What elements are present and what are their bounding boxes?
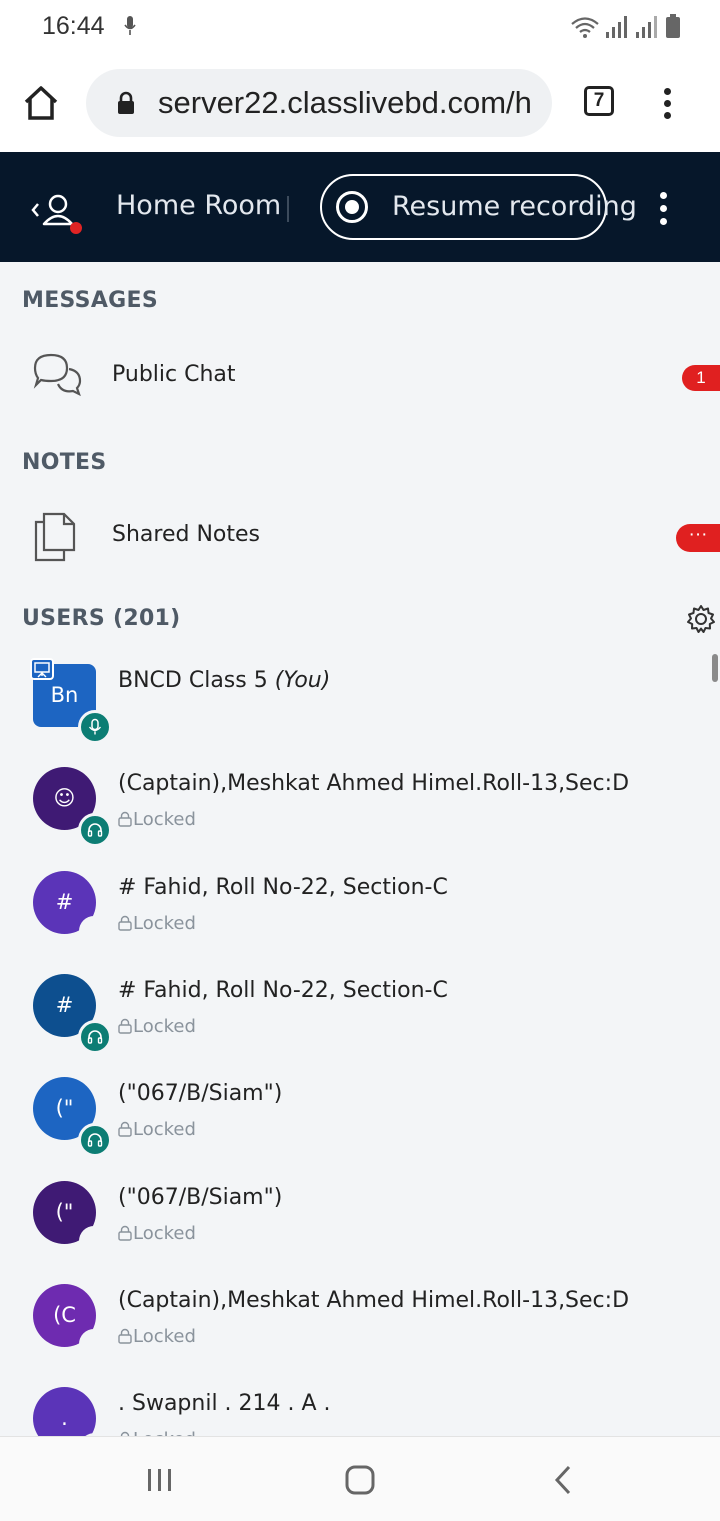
status-time: 16:44 [42,12,105,40]
resume-recording-button[interactable]: Resume recording [320,174,637,240]
user-list-item[interactable]: (C (Captain),Meshkat Ahmed Himel.Roll-13,… [0,1274,712,1374]
presenter-icon [30,658,54,685]
user-status: Locked [118,913,196,934]
chat-icon [32,352,82,403]
user-name: BNCD Class 5 (You) [118,668,331,693]
home-button[interactable] [22,84,60,122]
room-options-button[interactable] [660,192,667,231]
user-status: Locked [118,1326,196,1347]
shared-notes-item[interactable]: Shared Notes ··· [0,498,720,578]
back-icon [554,1465,571,1495]
avatar-notch [79,1329,109,1359]
system-navigation-bar [0,1436,720,1521]
signal-icon-2 [636,16,657,38]
tab-switcher-button[interactable]: 7 [584,86,614,116]
headset-icon [78,1123,112,1157]
user-name: (Captain),Meshkat Ahmed Himel.Roll-13,Se… [118,771,630,796]
user-list-icon [31,194,82,234]
avatar-notch [79,1226,109,1256]
public-chat-item[interactable]: Public Chat 1 [0,338,720,418]
gear-icon [687,605,715,633]
avatar-notch [79,916,109,946]
user-name: ("067/B/Siam") [118,1185,283,1210]
user-status: Locked [118,1223,196,1244]
user-list-item[interactable]: ☺ (Captain),Meshkat Ahmed Himel.Roll-13,S… [0,757,712,857]
browser-menu-button[interactable] [664,88,674,124]
user-list-item[interactable]: (" ("067/B/Siam") Locked [0,1171,712,1271]
mic-status-icon [124,16,136,41]
user-list-item[interactable]: . . Swapnil . 214 . A . Locked [0,1377,712,1436]
user-name: . Swapnil . 214 . A . [118,1391,331,1416]
user-list-item[interactable]: # # Fahid, Roll No-22, Section-C Locked [0,861,712,961]
user-name: # Fahid, Roll No-22, Section-C [118,875,448,900]
recording-label: Resume recording [392,191,637,222]
recent-apps-icon [148,1469,171,1491]
user-status: Locked [118,809,196,830]
user-list-item[interactable]: # # Fahid, Roll No-22, Section-C Locked [0,964,712,1064]
scrollbar-thumb[interactable] [712,654,718,682]
header-divider [287,196,289,222]
user-list-item[interactable]: (" ("067/B/Siam") Locked [0,1067,712,1167]
microphone-icon [78,710,112,744]
recent-apps-button[interactable] [146,1467,174,1498]
unread-badge: 1 [682,365,720,391]
home-nav-button[interactable] [344,1465,376,1500]
user-list-item[interactable]: Bn BNCD Class 5 (You) [0,654,712,754]
room-header: Home Room Resume recording [0,152,720,262]
home-icon [24,86,58,120]
status-bar: 16:44 [0,0,720,58]
shared-notes-label: Shared Notes [112,522,260,547]
user-name: (Captain),Meshkat Ahmed Himel.Roll-13,Se… [118,1288,630,1313]
user-status: Locked [118,1016,196,1037]
room-title: Home Room [116,190,282,221]
lock-icon [116,91,136,120]
users-heading: USERS (201) [22,606,181,631]
browser-toolbar: server22.classlivebd.com/h 7 [0,58,720,152]
status-icons [570,14,680,38]
user-status: Locked [118,1429,196,1436]
user-name: ("067/B/Siam") [118,1081,283,1106]
user-status: Locked [118,1119,196,1140]
record-icon [336,191,368,223]
back-button[interactable] [552,1465,574,1500]
headset-icon [78,1020,112,1054]
user-name: # Fahid, Roll No-22, Section-C [118,978,448,1003]
user-list-toggle-button[interactable] [30,190,86,236]
notes-activity-badge: ··· [676,524,720,552]
public-chat-label: Public Chat [112,362,236,387]
notes-icon [34,512,76,567]
wifi-icon [571,17,599,38]
user-list-panel: MESSAGES Public Chat 1 NOTES Shared Note… [0,262,720,1436]
user-avatar: . [33,1387,96,1436]
messages-heading: MESSAGES [22,288,158,313]
you-label: (You) [267,668,331,693]
notes-heading: NOTES [22,450,107,475]
battery-icon [666,14,680,38]
headset-icon [78,813,112,847]
signal-icon [606,16,627,38]
address-bar[interactable]: server22.classlivebd.com/h [86,69,552,137]
home-circle-icon [345,1465,375,1495]
user-options-gear-button[interactable] [686,604,716,639]
url-text: server22.classlivebd.com/h [158,85,532,120]
